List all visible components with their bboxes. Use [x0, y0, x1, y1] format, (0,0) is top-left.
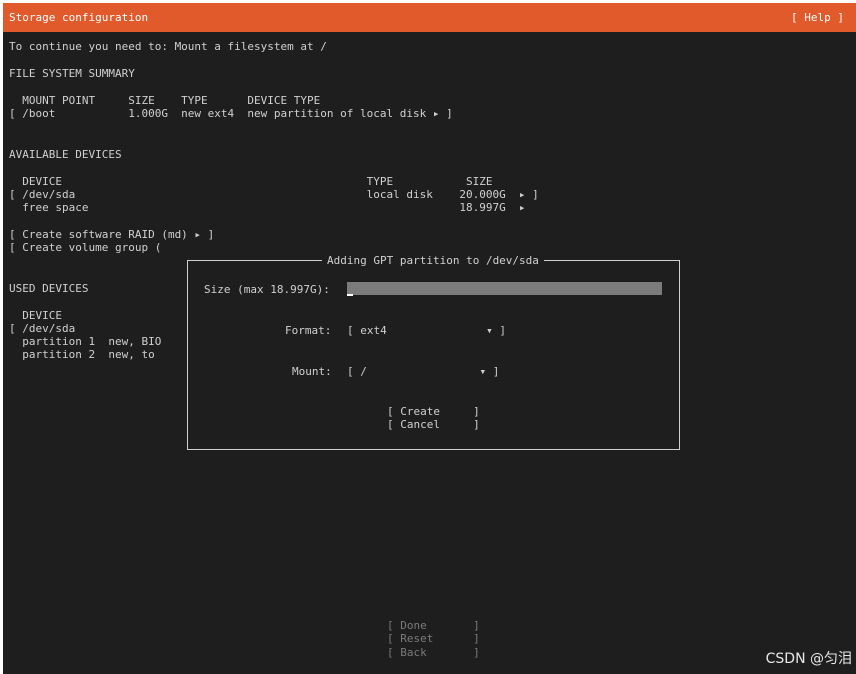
- used-partition-2-row[interactable]: partition 2 new, to: [9, 348, 154, 361]
- text-cursor: [347, 294, 353, 296]
- size-input[interactable]: [347, 282, 662, 295]
- fs-summary-heading: FILE SYSTEM SUMMARY: [9, 67, 135, 80]
- dialog-title: Adding GPT partition to /dev/sda: [322, 254, 544, 267]
- title-bar: Storage configuration [ Help ]: [3, 3, 856, 32]
- create-raid-button[interactable]: [ Create software RAID (md) ▸ ]: [9, 228, 214, 241]
- used-partition-1-row[interactable]: partition 1 new, BIO: [9, 335, 161, 348]
- watermark-text: CSDN @匀泪: [765, 651, 852, 667]
- format-select[interactable]: [ ext4 ▾ ]: [347, 324, 506, 337]
- instruction-text: To continue you need to: Mount a filesys…: [9, 40, 327, 53]
- format-label: Format:: [285, 324, 332, 337]
- done-button[interactable]: [ Done ]: [387, 619, 480, 632]
- screen-title: Storage configuration: [9, 11, 149, 24]
- create-volume-group-button[interactable]: [ Create volume group (: [9, 241, 161, 254]
- used-devices-header-row: DEVICE: [9, 309, 62, 322]
- cancel-button[interactable]: [ Cancel ]: [387, 418, 480, 431]
- fs-summary-header-row: MOUNT POINT SIZE TYPE DEVICE TYPE: [9, 94, 321, 107]
- available-free-space-row[interactable]: free space 18.997G ▸: [9, 201, 525, 214]
- used-devices-heading: USED DEVICES: [9, 282, 89, 295]
- mount-label: Mount:: [292, 365, 332, 378]
- help-button[interactable]: [ Help ]: [791, 11, 844, 24]
- available-devices-heading: AVAILABLE DEVICES: [9, 148, 122, 161]
- used-device-sda-row[interactable]: [ /dev/sda: [9, 322, 75, 335]
- available-devices-header-row: DEVICE TYPE SIZE: [9, 175, 493, 188]
- available-device-sda-row[interactable]: [ /dev/sda local disk 20.000G ▸ ]: [9, 188, 539, 201]
- reset-button[interactable]: [ Reset ]: [387, 632, 480, 645]
- add-partition-dialog: Adding GPT partition to /dev/sda Size (m…: [187, 254, 680, 450]
- fs-summary-row-boot[interactable]: [ /boot 1.000G new ext4 new partition of…: [9, 107, 453, 120]
- mount-select[interactable]: [ / ▾ ]: [347, 365, 499, 378]
- back-button[interactable]: [ Back ]: [387, 646, 480, 659]
- create-button[interactable]: [ Create ]: [387, 405, 480, 418]
- installer-screen: Storage configuration [ Help ] To contin…: [3, 3, 856, 674]
- size-label: Size (max 18.997G):: [204, 283, 330, 296]
